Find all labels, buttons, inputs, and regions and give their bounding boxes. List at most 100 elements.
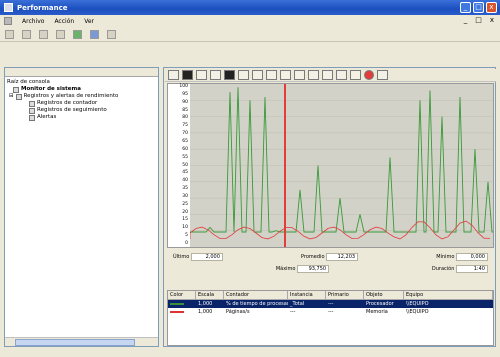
y-tick-label: 10 bbox=[182, 225, 188, 231]
stat-minimum: Mínimo 0,000 bbox=[436, 253, 488, 261]
minimize-button[interactable]: _ bbox=[460, 2, 471, 13]
legend-col-object[interactable]: Objeto bbox=[364, 291, 404, 299]
legend-col-instance[interactable]: Instancia bbox=[288, 291, 326, 299]
tree-node-perf-logs[interactable]: ⊟ Registros y alertas de rendimiento bbox=[7, 93, 156, 100]
series-processor-time bbox=[190, 87, 493, 233]
child-restore-button[interactable]: □ bbox=[475, 16, 482, 24]
y-tick-label: 65 bbox=[182, 138, 188, 144]
stat-minimum-value: 0,000 bbox=[455, 253, 488, 261]
add-counter-button[interactable] bbox=[266, 70, 277, 80]
close-button[interactable]: x bbox=[486, 2, 497, 13]
tree-node-console-root[interactable]: Raíz de consola bbox=[7, 79, 156, 86]
child-close-button[interactable]: x bbox=[490, 16, 494, 24]
graph-plot-svg bbox=[189, 84, 493, 247]
maximize-button[interactable]: □ bbox=[473, 2, 484, 13]
menu-archivo[interactable]: Archivo bbox=[22, 18, 44, 25]
view-graph-button[interactable] bbox=[224, 70, 235, 80]
view-current-activity-button[interactable] bbox=[196, 70, 207, 80]
child-minimize-button[interactable]: _ bbox=[464, 16, 468, 24]
y-tick-label: 100 bbox=[179, 84, 188, 89]
legend-cell-instance: --- bbox=[290, 309, 296, 315]
menu-ver[interactable]: Ver bbox=[84, 18, 94, 25]
up-button[interactable] bbox=[37, 29, 50, 40]
back-arrow-icon bbox=[5, 30, 14, 39]
window-title: Performance bbox=[17, 3, 68, 12]
help-button-monitor[interactable] bbox=[377, 70, 388, 80]
system-monitor-pane: 100 95 90 85 80 75 70 65 60 55 50 45 40 35 30 25 20 15 10 5… bbox=[163, 67, 496, 347]
tree-node-system-monitor[interactable]: Monitor de sistema bbox=[7, 86, 156, 93]
tree-header bbox=[5, 68, 158, 77]
refresh-button[interactable] bbox=[71, 29, 84, 40]
paste-counter-list-button[interactable] bbox=[322, 70, 333, 80]
delete-counter-button[interactable] bbox=[280, 70, 291, 80]
legend-cell-scale: 1,000 bbox=[198, 309, 213, 315]
forward-button[interactable] bbox=[20, 29, 33, 40]
legend-cell-object: Memoria bbox=[366, 309, 388, 315]
legend-col-scale[interactable]: Escala bbox=[196, 291, 224, 299]
performance-graph: 100 95 90 85 80 75 70 65 60 55 50 45 40 35 30 25 20 15 10 5… bbox=[167, 83, 494, 248]
tree-node-alerts[interactable]: Alertas bbox=[7, 114, 156, 121]
menu-accion[interactable]: Acción bbox=[54, 18, 74, 25]
refresh-icon bbox=[73, 30, 82, 39]
console-tree: Raíz de consola Monitor de sistema ⊟ Reg… bbox=[5, 77, 158, 123]
tree-node-counter-logs[interactable]: Registros de contador bbox=[7, 100, 156, 107]
legend-col-parent[interactable]: Primario bbox=[326, 291, 364, 299]
stat-duration-value: 1:40 bbox=[455, 265, 488, 273]
series-pages-per-sec bbox=[189, 220, 491, 240]
highlight-button[interactable] bbox=[294, 70, 305, 80]
y-tick-label: 95 bbox=[182, 91, 188, 97]
tree-horizontal-scrollbar[interactable] bbox=[5, 337, 158, 346]
y-tick-label: 55 bbox=[182, 154, 188, 160]
export-button[interactable] bbox=[88, 29, 101, 40]
view-histogram-button[interactable] bbox=[238, 70, 249, 80]
show-tree-button[interactable] bbox=[54, 29, 67, 40]
update-data-button[interactable] bbox=[364, 70, 374, 80]
y-tick-label: 45 bbox=[182, 170, 188, 176]
stat-duration: Duración 1:40 bbox=[432, 265, 488, 273]
legend-col-color[interactable]: Color bbox=[168, 291, 196, 299]
toolbar bbox=[0, 28, 500, 42]
legend-color-swatch bbox=[168, 308, 196, 316]
tree-icon bbox=[56, 30, 65, 39]
y-tick-label: 90 bbox=[182, 99, 188, 105]
y-tick-label: 30 bbox=[182, 193, 188, 199]
legend-col-computer[interactable]: Equipo bbox=[404, 291, 493, 299]
copy-properties-button[interactable] bbox=[308, 70, 319, 80]
view-report-button[interactable] bbox=[252, 70, 263, 80]
view-log-data-button[interactable] bbox=[210, 70, 221, 80]
graph-plot-area bbox=[189, 84, 493, 247]
monitor-icon bbox=[13, 86, 19, 93]
expand-icon[interactable]: ⊟ bbox=[9, 93, 14, 100]
legend-row[interactable]: 1,000 Páginas/s --- --- Memoria \\EQUIPO bbox=[168, 308, 493, 316]
clear-display-button[interactable] bbox=[182, 70, 193, 80]
trace-log-icon bbox=[29, 107, 35, 114]
y-tick-label: 70 bbox=[182, 131, 188, 137]
scrollbar-thumb[interactable] bbox=[15, 339, 135, 346]
new-counter-set-button[interactable] bbox=[168, 70, 179, 80]
alert-icon bbox=[29, 114, 35, 121]
properties-button[interactable] bbox=[336, 70, 347, 80]
legend-col-counter[interactable]: Contador bbox=[224, 291, 288, 299]
y-tick-label: 50 bbox=[182, 162, 188, 168]
stat-maximum-value: 93,750 bbox=[297, 265, 330, 273]
stat-average-value: 12,203 bbox=[326, 253, 359, 261]
forward-arrow-icon bbox=[22, 30, 31, 39]
graph-statistics: Último 2,000 Promedio 12,203 Mínimo 0,00… bbox=[167, 251, 494, 273]
y-tick-label: 5 bbox=[185, 233, 188, 239]
export-icon bbox=[90, 30, 99, 39]
y-tick-label: 25 bbox=[182, 201, 188, 207]
help-button[interactable] bbox=[105, 29, 118, 40]
legend-cell-counter: % de tiempo de procesador bbox=[226, 301, 288, 307]
back-button[interactable] bbox=[3, 29, 16, 40]
stat-last-value: 2,000 bbox=[190, 253, 223, 261]
help-icon bbox=[107, 30, 116, 39]
y-tick-label: 75 bbox=[182, 123, 188, 129]
system-monitor-toolbar bbox=[165, 69, 496, 82]
child-window-controls: _ □ x bbox=[464, 16, 494, 24]
y-tick-label: 40 bbox=[182, 178, 188, 184]
freeze-display-button[interactable] bbox=[350, 70, 361, 80]
y-tick-label: 80 bbox=[182, 115, 188, 121]
tree-node-trace-logs[interactable]: Registros de seguimiento bbox=[7, 107, 156, 114]
legend-cell-instance: _Total bbox=[290, 301, 305, 307]
legend-row[interactable]: 1,000 % de tiempo de procesador _Total -… bbox=[168, 300, 493, 308]
